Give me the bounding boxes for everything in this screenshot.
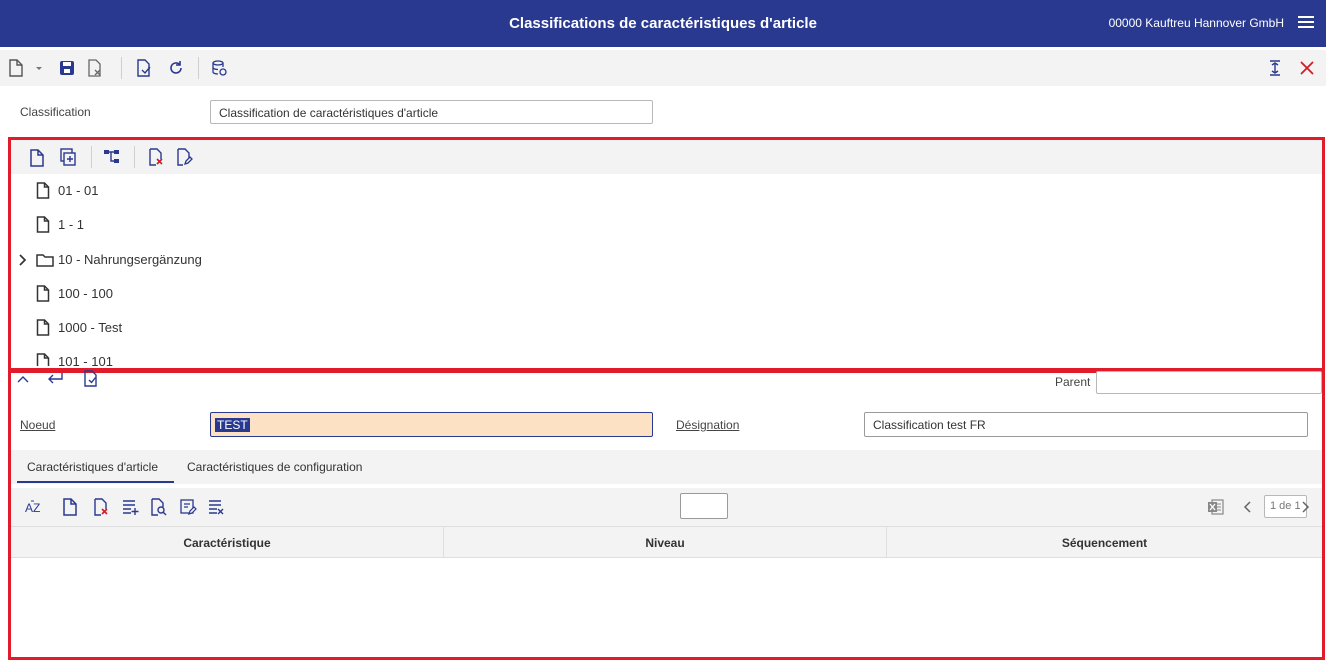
file-icon xyxy=(36,182,50,199)
dropdown-arrow-icon[interactable] xyxy=(34,59,44,77)
refresh-icon[interactable] xyxy=(167,59,185,77)
folder-icon xyxy=(36,253,54,267)
company-name[interactable]: 00000 Kauftreu Hannover GmbH xyxy=(1109,16,1284,30)
node-label: Noeud xyxy=(20,418,56,432)
edit-node-icon[interactable] xyxy=(175,148,193,166)
classification-label: Classification xyxy=(20,105,91,119)
toolbar-separator xyxy=(198,57,199,79)
tree-item-label: 1000 - Test xyxy=(58,320,123,335)
grid-header: Caractéristique Niveau Séquencement xyxy=(11,526,1322,558)
save-icon[interactable] xyxy=(58,59,76,77)
toolbar-separator xyxy=(91,146,92,168)
node-field-value: TEST xyxy=(215,418,250,432)
title-bar: Classifications de caractéristiques d'ar… xyxy=(0,0,1326,47)
hierarchy-icon[interactable] xyxy=(103,148,121,166)
tree-item-label: 1 - 1 xyxy=(58,217,85,232)
tab-bar: Caractéristiques d'article Caractéristiq… xyxy=(11,450,1322,484)
add-lines-icon[interactable] xyxy=(121,498,139,516)
prev-page-icon[interactable] xyxy=(1242,499,1254,517)
grid-toolbar: AZ 1 de 1 xyxy=(11,488,1322,526)
tree-item[interactable]: 1 - 1 xyxy=(36,215,236,235)
tree-item-label: 01 - 01 xyxy=(58,183,99,198)
classification-field[interactable]: Classification de caractéristiques d'art… xyxy=(210,100,653,124)
column-header-niveau[interactable]: Niveau xyxy=(444,527,887,558)
delete-row-icon[interactable] xyxy=(92,498,110,516)
designation-field[interactable]: Classification test FR xyxy=(864,412,1308,437)
file-icon xyxy=(36,353,50,366)
clear-list-icon[interactable] xyxy=(207,498,225,516)
column-header-sequencement[interactable]: Séquencement xyxy=(887,527,1322,558)
file-icon xyxy=(36,285,50,302)
close-icon[interactable] xyxy=(1298,59,1316,77)
next-page-icon[interactable] xyxy=(1299,499,1311,517)
expand-chevron-icon[interactable] xyxy=(17,253,29,267)
svg-text:AZ: AZ xyxy=(25,501,40,515)
collapse-up-icon[interactable] xyxy=(16,372,30,390)
tree-item[interactable]: 101 - 101 xyxy=(36,352,236,366)
new-row-icon[interactable] xyxy=(62,498,80,516)
tree-item[interactable]: 10 - Nahrungsergänzung xyxy=(36,250,256,270)
tab-caracteristiques-article[interactable]: Caractéristiques d'article xyxy=(27,460,158,474)
tree-item[interactable]: 100 - 100 xyxy=(36,284,236,304)
database-icon[interactable] xyxy=(210,59,228,77)
tree-item[interactable]: 01 - 01 xyxy=(36,181,236,201)
column-header-caracteristique[interactable]: Caractéristique xyxy=(11,527,444,558)
new-document-icon[interactable] xyxy=(8,59,26,77)
file-icon xyxy=(36,319,50,336)
grid-body xyxy=(11,558,1322,650)
copy-node-icon[interactable] xyxy=(59,148,77,166)
tree-toolbar xyxy=(11,140,1322,174)
back-icon[interactable] xyxy=(46,371,64,389)
discard-icon[interactable] xyxy=(86,59,104,77)
designation-label-text: Désignation xyxy=(676,418,740,432)
active-tab-indicator xyxy=(17,481,174,483)
toolbar-separator xyxy=(121,57,122,79)
document-check-icon[interactable] xyxy=(135,59,153,77)
file-icon xyxy=(36,216,50,233)
tree-item-label: 100 - 100 xyxy=(58,286,113,301)
search-row-icon[interactable] xyxy=(149,498,167,516)
tree-item-label: 10 - Nahrungsergänzung xyxy=(58,252,202,267)
new-node-icon[interactable] xyxy=(29,149,47,167)
node-field[interactable]: TEST xyxy=(210,412,653,437)
tab-caracteristiques-configuration[interactable]: Caractéristiques de configuration xyxy=(187,460,362,474)
edit-list-icon[interactable] xyxy=(179,498,197,516)
menu-icon[interactable] xyxy=(1298,14,1314,30)
designation-label: Désignation xyxy=(676,418,739,432)
excel-icon[interactable] xyxy=(1207,498,1225,516)
tree-item[interactable]: 1000 - Test xyxy=(36,318,236,338)
toolbar-separator xyxy=(134,146,135,168)
quick-input-field[interactable] xyxy=(680,493,728,519)
document-check-icon[interactable] xyxy=(83,370,101,388)
delete-node-icon[interactable] xyxy=(147,148,165,166)
parent-field[interactable] xyxy=(1096,371,1322,394)
text-cursor-icon[interactable] xyxy=(1266,59,1284,77)
sort-az-icon[interactable]: AZ xyxy=(25,499,47,517)
parent-label: Parent xyxy=(1055,375,1091,389)
main-toolbar xyxy=(0,50,1326,86)
tree-item-label: 101 - 101 xyxy=(58,354,113,366)
